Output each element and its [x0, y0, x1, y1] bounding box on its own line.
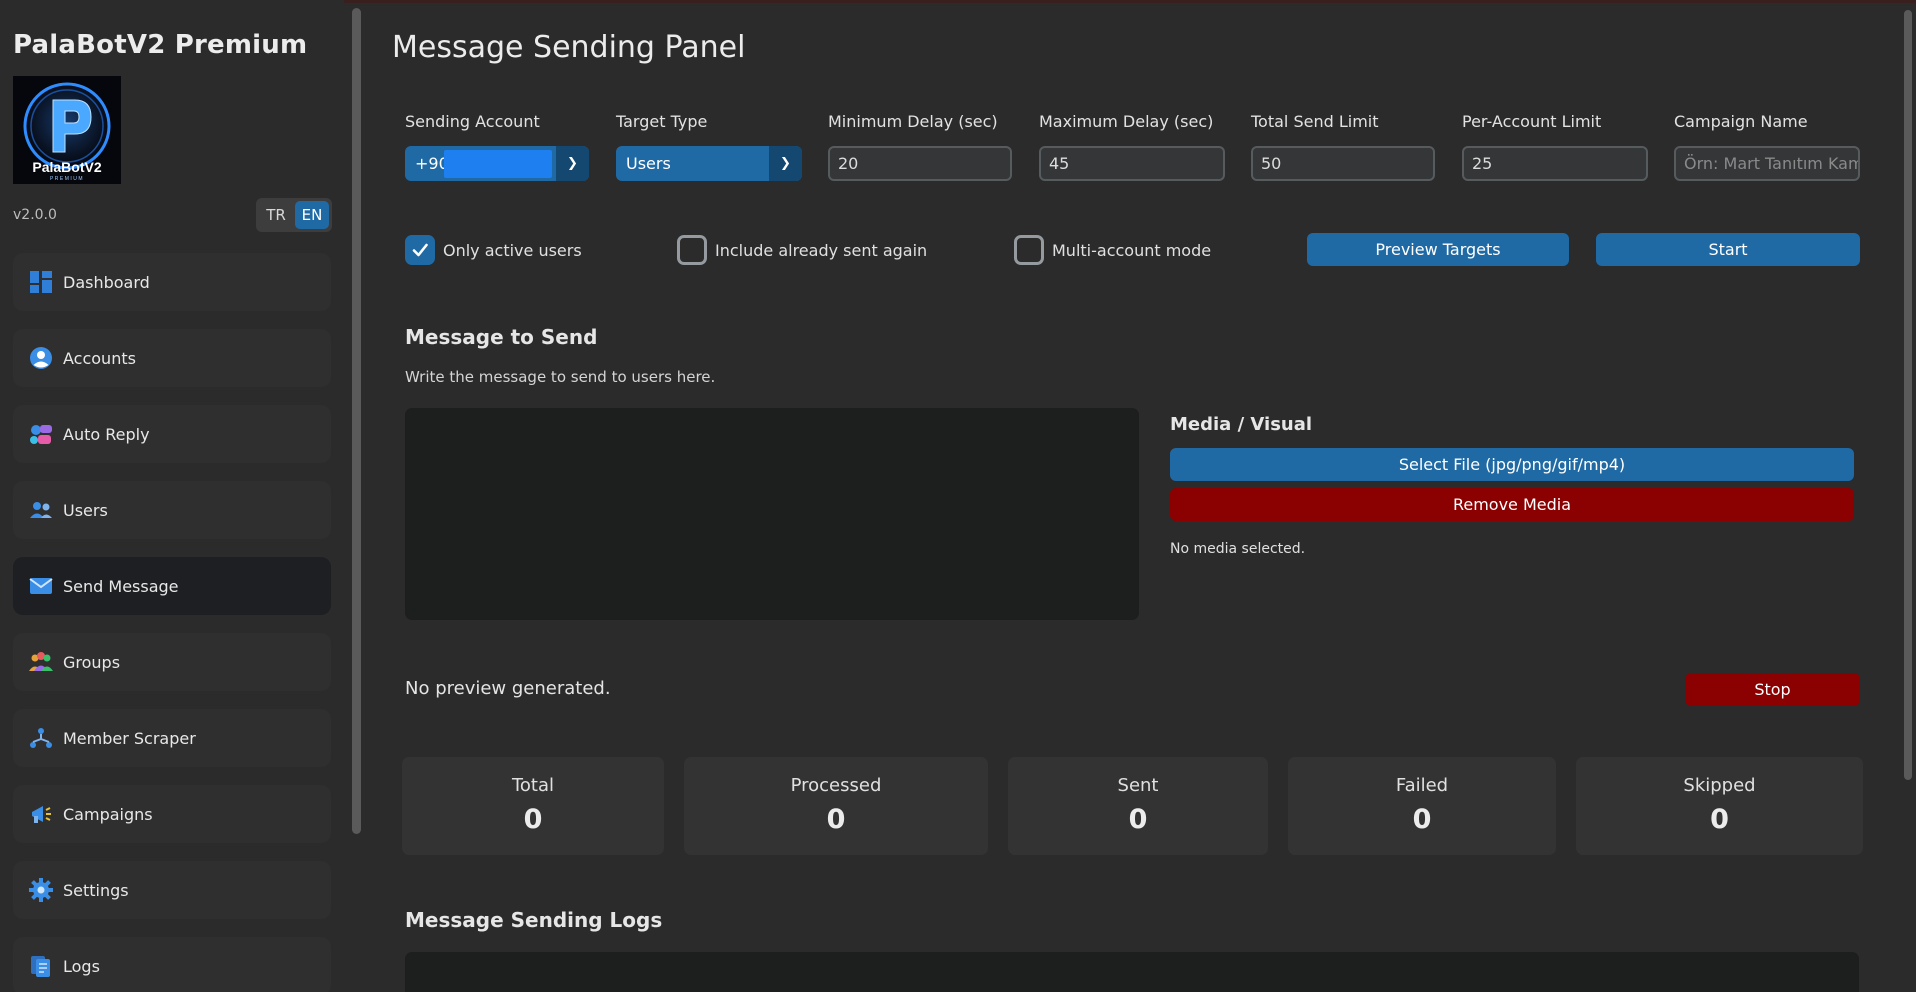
- sidebar-item-auto-reply[interactable]: Auto Reply: [13, 405, 331, 463]
- include-sent-checkbox[interactable]: Include already sent again: [677, 235, 927, 265]
- sidebar-item-settings[interactable]: Settings: [13, 861, 331, 919]
- sidebar-item-label: Dashboard: [63, 272, 150, 292]
- message-section-subtitle: Write the message to send to users here.: [405, 368, 716, 386]
- gear-icon: [29, 878, 53, 902]
- sending-account-label: Sending Account: [405, 112, 540, 131]
- max-delay-label: Maximum Delay (sec): [1039, 112, 1214, 131]
- stat-card-processed: Processed 0: [684, 757, 988, 855]
- logo-subtext: PREMIUM: [50, 176, 84, 182]
- chat-bubbles-icon: [29, 422, 53, 446]
- target-type-select[interactable]: Users ❯: [616, 146, 802, 181]
- stat-value: 0: [1412, 804, 1432, 835]
- sidebar-item-label: Accounts: [63, 348, 136, 368]
- stat-value: 0: [826, 804, 846, 835]
- chevron-down-icon[interactable]: ❯: [556, 146, 589, 181]
- document-icon: [29, 954, 53, 978]
- logs-section-title: Message Sending Logs: [405, 908, 663, 932]
- media-section-title: Media / Visual: [1170, 414, 1313, 435]
- media-status: No media selected.: [1170, 541, 1306, 557]
- main-scrollbar[interactable]: [1904, 10, 1912, 780]
- stat-value: 0: [1128, 804, 1148, 835]
- preview-status: No preview generated.: [405, 678, 611, 699]
- language-tr-button[interactable]: TR: [259, 201, 293, 229]
- sidebar-item-label: Groups: [63, 652, 121, 672]
- select-file-button[interactable]: Select File (jpg/png/gif/mp4): [1170, 448, 1854, 481]
- sidebar-item-send-message[interactable]: Send Message: [13, 557, 331, 615]
- page-title: Message Sending Panel: [392, 30, 746, 65]
- checkbox-unchecked[interactable]: [1014, 235, 1044, 265]
- sidebar: PalaBotV2 Premium PalaBotV2 PREMIUM v2.0…: [0, 0, 344, 992]
- envelope-icon: [29, 574, 53, 598]
- stat-card-skipped: Skipped 0: [1576, 757, 1863, 855]
- users-icon: [29, 498, 53, 522]
- stat-card-failed: Failed 0: [1288, 757, 1556, 855]
- include-sent-label: Include already sent again: [715, 240, 928, 260]
- network-icon: [29, 726, 53, 750]
- stat-value: 0: [1710, 804, 1729, 835]
- campaign-name-input[interactable]: Örn: Mart Tanıtım Kamp: [1674, 146, 1860, 181]
- message-section-title: Message to Send: [405, 325, 598, 349]
- sidebar-item-accounts[interactable]: Accounts: [13, 329, 331, 387]
- app-logo: PalaBotV2 PREMIUM: [13, 76, 121, 184]
- checkbox-unchecked[interactable]: [677, 235, 707, 265]
- stat-label: Total: [511, 775, 555, 796]
- sidebar-item-users[interactable]: Users: [13, 481, 331, 539]
- logs-textbox[interactable]: [405, 952, 1859, 992]
- message-textarea[interactable]: [405, 408, 1139, 620]
- sidebar-item-label: Campaigns: [63, 804, 153, 824]
- target-type-label: Target Type: [616, 112, 708, 131]
- sidebar-item-dashboard[interactable]: Dashboard: [13, 253, 331, 311]
- sidebar-item-label: Users: [63, 500, 108, 520]
- checkmark-icon: [412, 243, 428, 257]
- dashboard-icon: [29, 270, 53, 294]
- stat-label: Skipped: [1683, 775, 1756, 796]
- app-version: v2.0.0: [13, 207, 57, 223]
- start-button[interactable]: Start: [1596, 233, 1860, 266]
- total-limit-input[interactable]: 50: [1251, 146, 1435, 181]
- stop-button[interactable]: Stop: [1685, 673, 1860, 706]
- megaphone-icon: [29, 802, 53, 826]
- stat-label: Failed: [1395, 775, 1449, 796]
- target-type-value: Users: [626, 154, 671, 173]
- redacted-account-number: [444, 150, 552, 178]
- checkbox-checked[interactable]: [405, 235, 435, 265]
- sidebar-item-campaigns[interactable]: Campaigns: [13, 785, 331, 843]
- sidebar-item-label: Member Scraper: [63, 728, 196, 748]
- sidebar-item-label: Settings: [63, 880, 129, 900]
- max-delay-input[interactable]: 45: [1039, 146, 1225, 181]
- sidebar-item-label: Auto Reply: [63, 424, 150, 444]
- group-icon: [29, 650, 53, 674]
- multi-account-checkbox[interactable]: Multi-account mode: [1014, 235, 1211, 265]
- sidebar-item-logs[interactable]: Logs: [13, 937, 331, 992]
- multi-account-label: Multi-account mode: [1052, 240, 1212, 260]
- sidebar-item-label: Send Message: [63, 576, 179, 596]
- stat-card-sent: Sent 0: [1008, 757, 1268, 855]
- language-switch: TR EN: [256, 198, 332, 232]
- sidebar-scrollbar[interactable]: [352, 8, 361, 834]
- per-account-limit-label: Per-Account Limit: [1462, 112, 1602, 131]
- remove-media-button[interactable]: Remove Media: [1170, 488, 1854, 521]
- sidebar-item-label: Logs: [63, 956, 100, 976]
- sidebar-item-member-scraper[interactable]: Member Scraper: [13, 709, 331, 767]
- stat-card-total: Total 0: [402, 757, 664, 855]
- user-circle-icon: [29, 346, 53, 370]
- stat-label: Sent: [1117, 775, 1159, 796]
- app-title: PalaBotV2 Premium: [13, 30, 308, 60]
- chevron-down-icon[interactable]: ❯: [769, 146, 802, 181]
- min-delay-input[interactable]: 20: [828, 146, 1012, 181]
- per-account-limit-input[interactable]: 25: [1462, 146, 1648, 181]
- min-delay-label: Minimum Delay (sec): [828, 112, 998, 131]
- only-active-checkbox[interactable]: Only active users: [405, 235, 582, 265]
- stat-label: Processed: [790, 775, 882, 796]
- only-active-label: Only active users: [443, 240, 582, 260]
- language-en-button[interactable]: EN: [295, 201, 329, 229]
- campaign-name-label: Campaign Name: [1674, 112, 1808, 131]
- logo-text: PalaBotV2: [32, 159, 101, 175]
- stat-value: 0: [523, 804, 543, 835]
- preview-targets-button[interactable]: Preview Targets: [1307, 233, 1569, 266]
- total-limit-label: Total Send Limit: [1251, 112, 1379, 131]
- sidebar-item-groups[interactable]: Groups: [13, 633, 331, 691]
